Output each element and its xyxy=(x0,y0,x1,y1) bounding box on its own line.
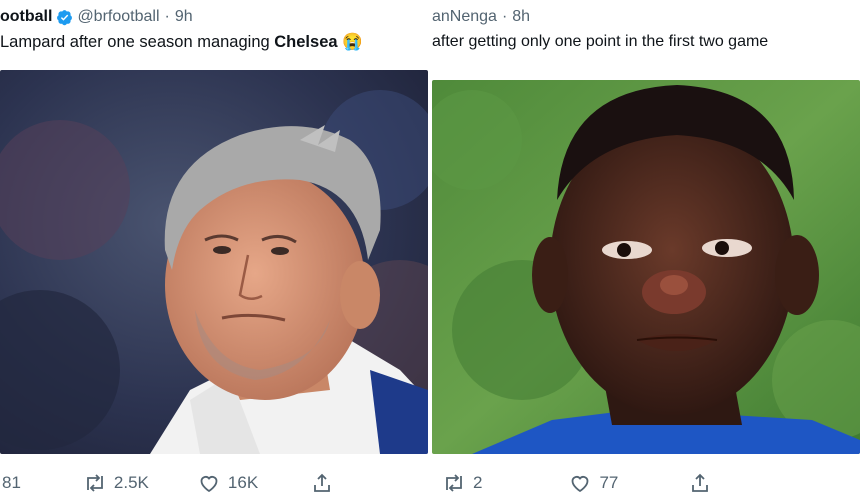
tweet-text-before: Lampard after one season managing xyxy=(0,33,275,51)
crying-emoji: 😭 xyxy=(342,33,363,51)
tweet-photo[interactable] xyxy=(432,80,860,454)
separator: · xyxy=(501,8,508,25)
tweet-header: anNenga · 8h xyxy=(432,6,530,28)
tweet-actions: 81 2.5K 16K xyxy=(0,470,341,496)
reply-count: 81 xyxy=(2,473,21,492)
like-button[interactable]: 16K xyxy=(197,471,258,495)
separator: · xyxy=(164,8,170,25)
retweet-icon xyxy=(87,474,103,492)
account-name[interactable]: ootball xyxy=(0,8,52,26)
share-icon xyxy=(314,473,331,492)
like-button[interactable]: 77 xyxy=(568,471,618,495)
left-tweet: ootball @brfootball · 9h Lampard after o… xyxy=(0,0,428,500)
tweet-actions: 2 77 xyxy=(432,470,719,496)
like-count: 77 xyxy=(599,473,619,492)
timestamp[interactable]: 9h xyxy=(175,8,193,26)
retweet-count: 2.5K xyxy=(113,473,149,492)
tweet-text-bold: Chelsea xyxy=(274,33,338,51)
kante-photo xyxy=(432,80,860,454)
account-name[interactable]: anNenga xyxy=(432,8,497,26)
tweet-text: Lampard after one season managing Chelse… xyxy=(0,33,363,52)
timestamp[interactable]: 8h xyxy=(512,8,530,26)
verified-badge-icon xyxy=(57,9,73,25)
retweet-icon xyxy=(446,474,462,492)
share-icon xyxy=(692,473,709,492)
retweet-button[interactable]: 2 xyxy=(442,471,482,495)
like-count: 16K xyxy=(227,473,259,492)
heart-icon xyxy=(200,476,218,493)
share-button[interactable] xyxy=(310,471,341,495)
retweet-button[interactable]: 2.5K xyxy=(83,471,149,495)
tweet-header: ootball @brfootball · 9h xyxy=(0,6,193,28)
tweet-text: after getting only one point in the firs… xyxy=(432,33,769,50)
handle[interactable]: @brfootball xyxy=(77,8,159,26)
lampard-photo xyxy=(0,70,428,454)
share-button[interactable] xyxy=(688,471,719,495)
right-tweet: anNenga · 8h after getting only one poin… xyxy=(432,0,860,500)
retweet-count: 2 xyxy=(473,473,483,492)
reply-button[interactable]: 81 xyxy=(2,473,21,493)
tweet-photo[interactable] xyxy=(0,70,428,454)
heart-icon xyxy=(572,476,589,493)
